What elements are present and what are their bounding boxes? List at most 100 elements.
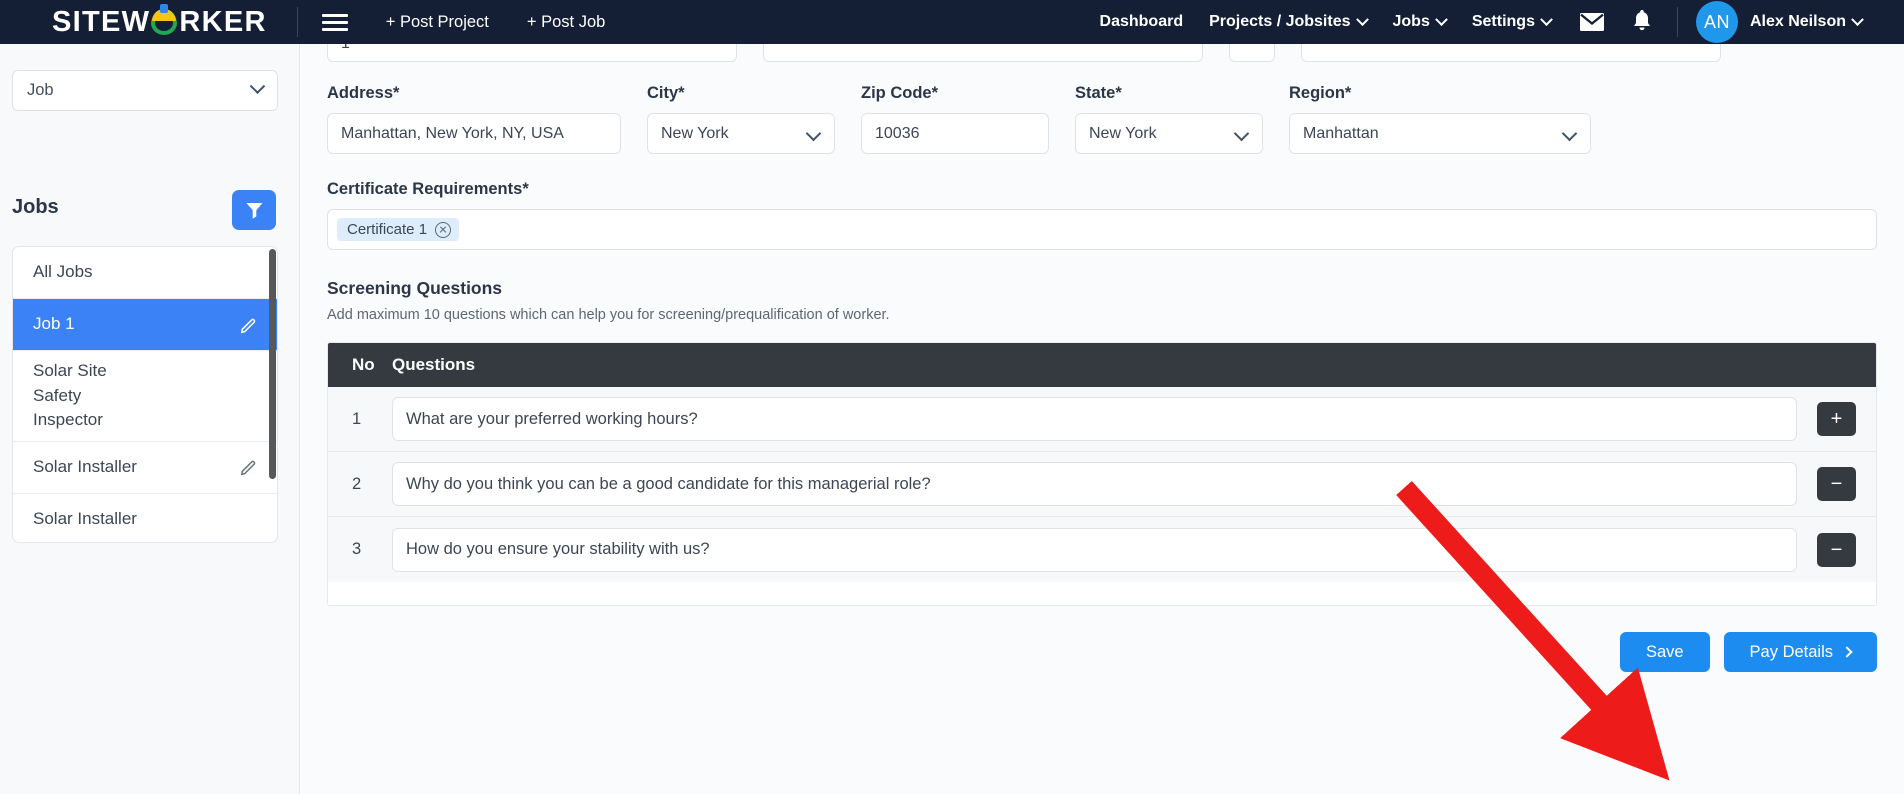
region-label: Region*: [1289, 84, 1352, 102]
remove-question-button[interactable]: −: [1817, 467, 1856, 501]
entity-type-select[interactable]: Job: [12, 70, 278, 111]
zip-label: Zip Code*: [861, 84, 938, 102]
list-item[interactable]: Solar Installer: [13, 494, 277, 542]
jobs-heading: Jobs: [12, 196, 59, 218]
list-item[interactable]: All Jobs: [13, 247, 277, 299]
table-row: 2 Why do you think you can be a good can…: [328, 452, 1876, 517]
partial-field-4[interactable]: [1301, 44, 1721, 62]
address-label: Address*: [327, 84, 400, 102]
nav-item-projects-jobsites[interactable]: Projects / Jobsites: [1209, 12, 1369, 31]
address-row: Address* Manhattan, New York, NY, USA Ci…: [327, 84, 1877, 154]
nav-divider: [296, 7, 298, 37]
user-name-label: Alex Neilson: [1749, 13, 1846, 30]
nav-item-jobs[interactable]: Jobs: [1393, 12, 1448, 31]
job-form-card: 1 Address* Manhattan, New York, NY, USA …: [327, 44, 1877, 672]
main-content: 1 Address* Manhattan, New York, NY, USA …: [301, 44, 1904, 794]
pencil-edit-icon[interactable]: [239, 315, 259, 335]
job-list[interactable]: All Jobs Job 1 Solar Site Safety Inspect…: [12, 246, 278, 543]
screening-section: Screening Questions Add maximum 10 quest…: [327, 278, 1877, 672]
certificate-chip[interactable]: Certificate 1: [337, 218, 460, 241]
region-field-group: Region* Manhattan: [1289, 84, 1591, 154]
sidebar: Job Jobs All Jobs Job 1 Solar Site Safet…: [0, 44, 300, 794]
zip-field-group: Zip Code* 10036: [861, 84, 1049, 154]
job-item-label: Solar Installer: [33, 509, 137, 529]
questions-table-header: No Questions: [328, 343, 1876, 387]
job-item-label: Solar Installer: [33, 457, 137, 477]
remove-question-button[interactable]: −: [1817, 532, 1856, 567]
question-input[interactable]: What are your preferred working hours?: [392, 397, 1797, 441]
chevron-right-icon: [1841, 646, 1853, 658]
chevron-down-icon: [1233, 125, 1250, 142]
avatar[interactable]: AN: [1695, 1, 1738, 43]
job-item-label: All Jobs: [33, 262, 93, 282]
brand-text-after: RKER: [179, 5, 267, 38]
question-input[interactable]: How do you ensure your stability with us…: [392, 527, 1797, 572]
certificate-multiselect[interactable]: Certificate 1: [327, 209, 1877, 250]
state-select[interactable]: New York: [1075, 113, 1263, 154]
certificate-chip-label: Certificate 1: [347, 221, 428, 238]
address-value: Manhattan, New York, NY, USA: [341, 124, 564, 142]
row-number: 2: [352, 474, 362, 493]
list-item[interactable]: Solar Site Safety Inspector: [13, 351, 277, 442]
city-select[interactable]: New York: [647, 113, 835, 154]
form-actions: Save Pay Details: [327, 632, 1877, 672]
question-value: Why do you think you can be a good candi…: [406, 474, 931, 493]
job-list-scrollbar[interactable]: [269, 249, 276, 542]
job-item-label: Solar Site Safety Inspector: [33, 361, 107, 430]
save-button[interactable]: Save: [1619, 632, 1710, 672]
pencil-edit-icon[interactable]: [239, 457, 259, 477]
certificate-label: Certificate Requirements*: [327, 180, 529, 198]
post-project-link[interactable]: + Post Project: [386, 13, 489, 32]
address-field-group: Address* Manhattan, New York, NY, USA: [327, 84, 621, 154]
zip-value: 10036: [875, 124, 920, 142]
table-footer-spacer: [328, 582, 1876, 605]
nav-label-settings: Settings: [1471, 13, 1535, 30]
screening-subtitle: Add maximum 10 questions which can help …: [327, 307, 890, 323]
brand-logo[interactable]: SITEW RKER: [0, 0, 267, 44]
certificate-section: Certificate Requirements* Certificate 1: [327, 180, 1877, 250]
entity-type-value: Job: [27, 81, 54, 99]
nav-item-settings[interactable]: Settings: [1471, 12, 1553, 31]
list-item[interactable]: Solar Installer: [13, 442, 277, 494]
envelope-icon[interactable]: [1577, 7, 1607, 37]
column-header-no: No: [352, 355, 375, 374]
brand-text-before: SITEW: [52, 5, 151, 38]
top-navigation-bar: SITEW RKER + Post Project + Post Job Das…: [0, 0, 1904, 44]
partial-field-1[interactable]: 1: [327, 44, 737, 62]
row-number: 3: [352, 540, 362, 558]
add-question-button[interactable]: +: [1817, 402, 1856, 436]
chevron-down-icon: [1355, 12, 1369, 26]
screening-title: Screening Questions: [327, 278, 503, 298]
hardhat-icon: [151, 3, 178, 36]
nav-divider-2: [1676, 7, 1678, 37]
close-icon[interactable]: [435, 221, 452, 238]
state-value: New York: [1089, 124, 1157, 142]
address-input[interactable]: Manhattan, New York, NY, USA: [327, 113, 621, 154]
chevron-down-icon: [249, 78, 266, 95]
questions-table: No Questions 1 What are your preferred w…: [327, 342, 1877, 606]
funnel-icon: [246, 202, 262, 219]
user-menu[interactable]: Alex Neilson: [1749, 12, 1864, 31]
bell-icon[interactable]: [1627, 7, 1657, 37]
pay-details-button[interactable]: Pay Details: [1723, 632, 1877, 672]
pay-details-label: Pay Details: [1749, 642, 1833, 661]
brand-logo-text: SITEW RKER: [52, 3, 267, 39]
question-input[interactable]: Why do you think you can be a good candi…: [392, 462, 1797, 506]
chevron-down-icon: [805, 125, 822, 142]
chevron-down-icon: [1434, 12, 1448, 26]
nav-item-dashboard[interactable]: Dashboard: [1100, 13, 1184, 31]
table-row: 1 What are your preferred working hours?…: [328, 387, 1876, 452]
job-item-label: Job 1: [33, 314, 75, 334]
question-value: How do you ensure your stability with us…: [406, 540, 710, 558]
zip-input[interactable]: 10036: [861, 113, 1049, 154]
filter-button[interactable]: [232, 190, 276, 230]
partial-field-3[interactable]: [1229, 44, 1275, 62]
post-job-link[interactable]: + Post Job: [527, 13, 605, 32]
region-select[interactable]: Manhattan: [1289, 113, 1591, 154]
city-label: City*: [647, 84, 685, 102]
list-item[interactable]: Job 1: [13, 299, 277, 351]
region-value: Manhattan: [1303, 124, 1379, 142]
hamburger-icon[interactable]: [321, 9, 348, 35]
partial-field-2[interactable]: [763, 44, 1203, 62]
chevron-down-icon: [1540, 12, 1553, 26]
